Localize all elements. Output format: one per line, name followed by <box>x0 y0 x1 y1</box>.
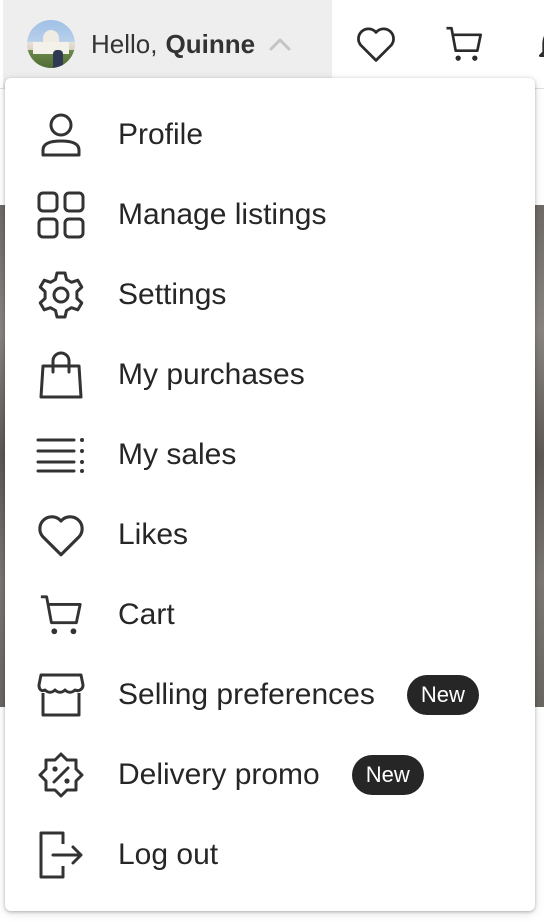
gear-icon <box>35 269 87 321</box>
discount-badge-icon <box>35 749 87 801</box>
grid-icon <box>35 189 87 241</box>
menu-item-likes[interactable]: Likes <box>5 495 535 575</box>
cart-icon <box>35 589 87 641</box>
menu-item-label: Profile <box>118 118 204 151</box>
avatar <box>27 20 75 68</box>
user-name: Quinne <box>165 28 256 59</box>
menu-item-manage-listings[interactable]: Manage listings <box>5 175 535 255</box>
menu-item-label: Likes <box>118 518 189 551</box>
menu-item-label: My purchases <box>118 358 305 391</box>
menu-item-label: Selling preferences <box>118 678 375 711</box>
list-icon <box>35 429 87 481</box>
new-badge: New <box>406 675 479 715</box>
greeting: Hello, Quinne <box>91 28 256 59</box>
new-badge: New <box>351 755 424 795</box>
chevron-up-icon <box>269 37 291 51</box>
top-header: Hello, Quinne <box>0 0 544 88</box>
heart-icon <box>35 509 87 561</box>
menu-item-cart[interactable]: Cart <box>5 575 535 655</box>
menu-item-log-out[interactable]: Log out <box>5 815 535 895</box>
menu-item-label: Cart <box>118 598 175 631</box>
greeting-prefix: Hello <box>91 28 151 59</box>
menu-item-my-sales[interactable]: My sales <box>5 415 535 495</box>
shopping-bag-icon <box>35 349 87 401</box>
menu-item-label: Settings <box>118 278 227 311</box>
menu-item-label: My sales <box>118 438 237 471</box>
cart-icon[interactable] <box>440 20 488 68</box>
logout-icon <box>35 829 87 881</box>
storefront-icon <box>35 669 87 721</box>
heart-icon[interactable] <box>352 20 400 68</box>
menu-item-my-purchases[interactable]: My purchases <box>5 335 535 415</box>
menu-item-label: Delivery promo <box>118 758 320 791</box>
menu-item-profile[interactable]: Profile <box>5 95 535 175</box>
menu-item-settings[interactable]: Settings <box>5 255 535 335</box>
menu-item-selling-preferences[interactable]: Selling preferences New <box>5 655 535 735</box>
menu-item-label: Log out <box>118 838 219 871</box>
user-menu-trigger[interactable]: Hello, Quinne <box>3 0 332 88</box>
menu-item-delivery-promo[interactable]: Delivery promo New <box>5 735 535 815</box>
user-dropdown-menu: Profile Manage listings Settings My purc… <box>5 78 535 911</box>
bell-icon[interactable] <box>528 20 544 68</box>
menu-item-label: Manage listings <box>118 198 327 231</box>
user-icon <box>35 109 87 161</box>
